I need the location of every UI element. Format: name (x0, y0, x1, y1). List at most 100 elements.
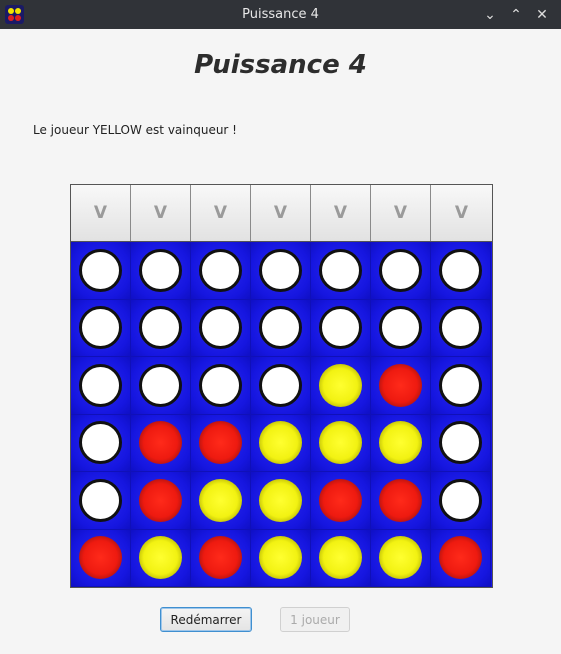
drop-button-col-7[interactable]: V (431, 185, 492, 241)
board-cell (191, 472, 251, 530)
red-disc (379, 478, 422, 522)
red-disc (139, 478, 182, 522)
board-cell (191, 299, 251, 357)
empty-slot (259, 248, 302, 292)
empty-slot (439, 306, 482, 350)
yellow-disc (319, 421, 362, 465)
board-cell (311, 472, 371, 530)
game-title: Puissance 4 (194, 50, 367, 80)
window-controls: ⌄ ⌃ ✕ (477, 0, 555, 29)
board-cell (431, 242, 491, 300)
empty-slot (319, 306, 362, 350)
board-grid (71, 241, 492, 587)
empty-slot (79, 363, 122, 407)
yellow-disc (379, 536, 422, 580)
empty-slot (199, 248, 242, 292)
yellow-disc (199, 478, 242, 522)
board-cell (191, 414, 251, 472)
board-cell (431, 357, 491, 415)
empty-slot (139, 306, 182, 350)
board-cell (371, 529, 431, 587)
drop-button-col-1[interactable]: V (71, 185, 131, 241)
board-cell (131, 529, 191, 587)
yellow-disc (319, 363, 362, 407)
empty-slot (439, 478, 482, 522)
yellow-disc (259, 536, 302, 580)
empty-slot (79, 478, 122, 522)
board-cell (311, 529, 371, 587)
yellow-disc (139, 536, 182, 580)
drop-button-col-4[interactable]: V (251, 185, 311, 241)
window-titlebar: Puissance 4 ⌄ ⌃ ✕ (0, 0, 561, 29)
empty-slot (439, 421, 482, 465)
empty-slot (139, 363, 182, 407)
red-disc (199, 536, 242, 580)
minimize-icon[interactable]: ⌄ (477, 0, 503, 29)
red-disc (319, 478, 362, 522)
board-cell (71, 414, 131, 472)
board-cell (311, 242, 371, 300)
board-cell (431, 299, 491, 357)
board-cell (371, 299, 431, 357)
yellow-disc (259, 421, 302, 465)
empty-slot (439, 363, 482, 407)
empty-slot (79, 421, 122, 465)
status-message: Le joueur YELLOW est vainqueur ! (33, 123, 237, 137)
empty-slot (79, 306, 122, 350)
board-cell (251, 529, 311, 587)
board-cell (251, 357, 311, 415)
board-cell (311, 357, 371, 415)
board-cell (431, 414, 491, 472)
board-cell (431, 529, 491, 587)
board-cell (371, 242, 431, 300)
empty-slot (379, 248, 422, 292)
empty-slot (259, 306, 302, 350)
board-cell (191, 529, 251, 587)
drop-button-col-6[interactable]: V (371, 185, 431, 241)
board-cell (131, 414, 191, 472)
board-cell (371, 414, 431, 472)
empty-slot (79, 248, 122, 292)
drop-button-col-2[interactable]: V (131, 185, 191, 241)
red-disc (199, 421, 242, 465)
board-cell (71, 472, 131, 530)
restart-button[interactable]: Redémarrer (160, 607, 252, 632)
empty-slot (439, 248, 482, 292)
game-board: V V V V V V V (70, 184, 493, 588)
board-cell (251, 242, 311, 300)
maximize-icon[interactable]: ⌃ (503, 0, 529, 29)
red-disc (379, 363, 422, 407)
red-disc (439, 536, 482, 580)
board-cell (71, 529, 131, 587)
board-cell (371, 472, 431, 530)
empty-slot (139, 248, 182, 292)
board-cell (251, 472, 311, 530)
board-cell (251, 414, 311, 472)
one-player-button[interactable]: 1 joueur (280, 607, 350, 632)
board-cell (131, 242, 191, 300)
board-cell (311, 414, 371, 472)
board-cell (131, 472, 191, 530)
board-cell (311, 299, 371, 357)
empty-slot (199, 306, 242, 350)
drop-button-col-5[interactable]: V (311, 185, 371, 241)
empty-slot (259, 363, 302, 407)
empty-slot (199, 363, 242, 407)
close-icon[interactable]: ✕ (529, 0, 555, 29)
empty-slot (319, 248, 362, 292)
drop-button-row: V V V V V V V (71, 185, 492, 241)
board-cell (71, 299, 131, 357)
board-cell (191, 357, 251, 415)
board-cell (71, 357, 131, 415)
board-cell (251, 299, 311, 357)
board-cell (371, 357, 431, 415)
board-cell (131, 357, 191, 415)
red-disc (139, 421, 182, 465)
empty-slot (379, 306, 422, 350)
yellow-disc (379, 421, 422, 465)
red-disc (79, 536, 122, 580)
board-cell (431, 472, 491, 530)
board-cell (191, 242, 251, 300)
yellow-disc (319, 536, 362, 580)
drop-button-col-3[interactable]: V (191, 185, 251, 241)
